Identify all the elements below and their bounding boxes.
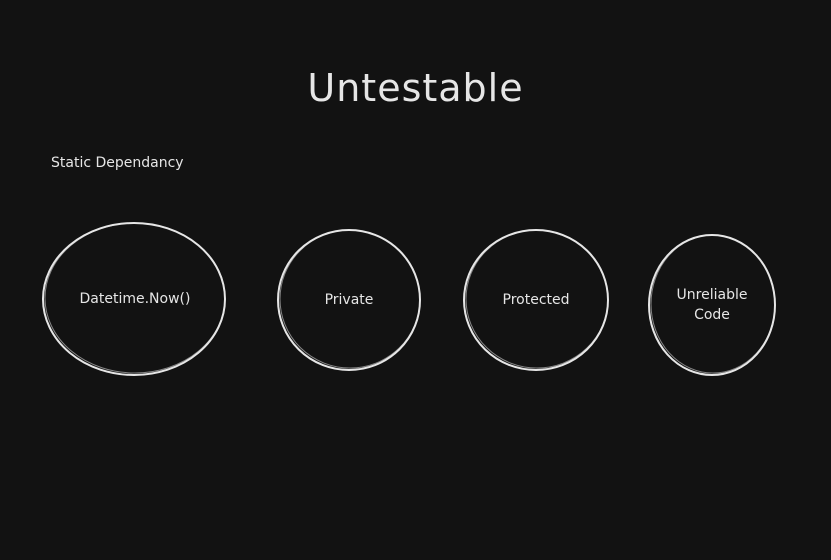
diagram-canvas: Untestable Static Dependancy Datetime.No…: [0, 0, 831, 560]
node-text-private: Private: [324, 292, 374, 308]
node-text-unreliable-code: Unreliable Code: [676, 287, 748, 323]
shapes-layer: [42, 222, 776, 376]
node-text-protected: Protected: [502, 292, 570, 308]
node-text-datetime-now: Datetime.Now(): [79, 291, 191, 307]
